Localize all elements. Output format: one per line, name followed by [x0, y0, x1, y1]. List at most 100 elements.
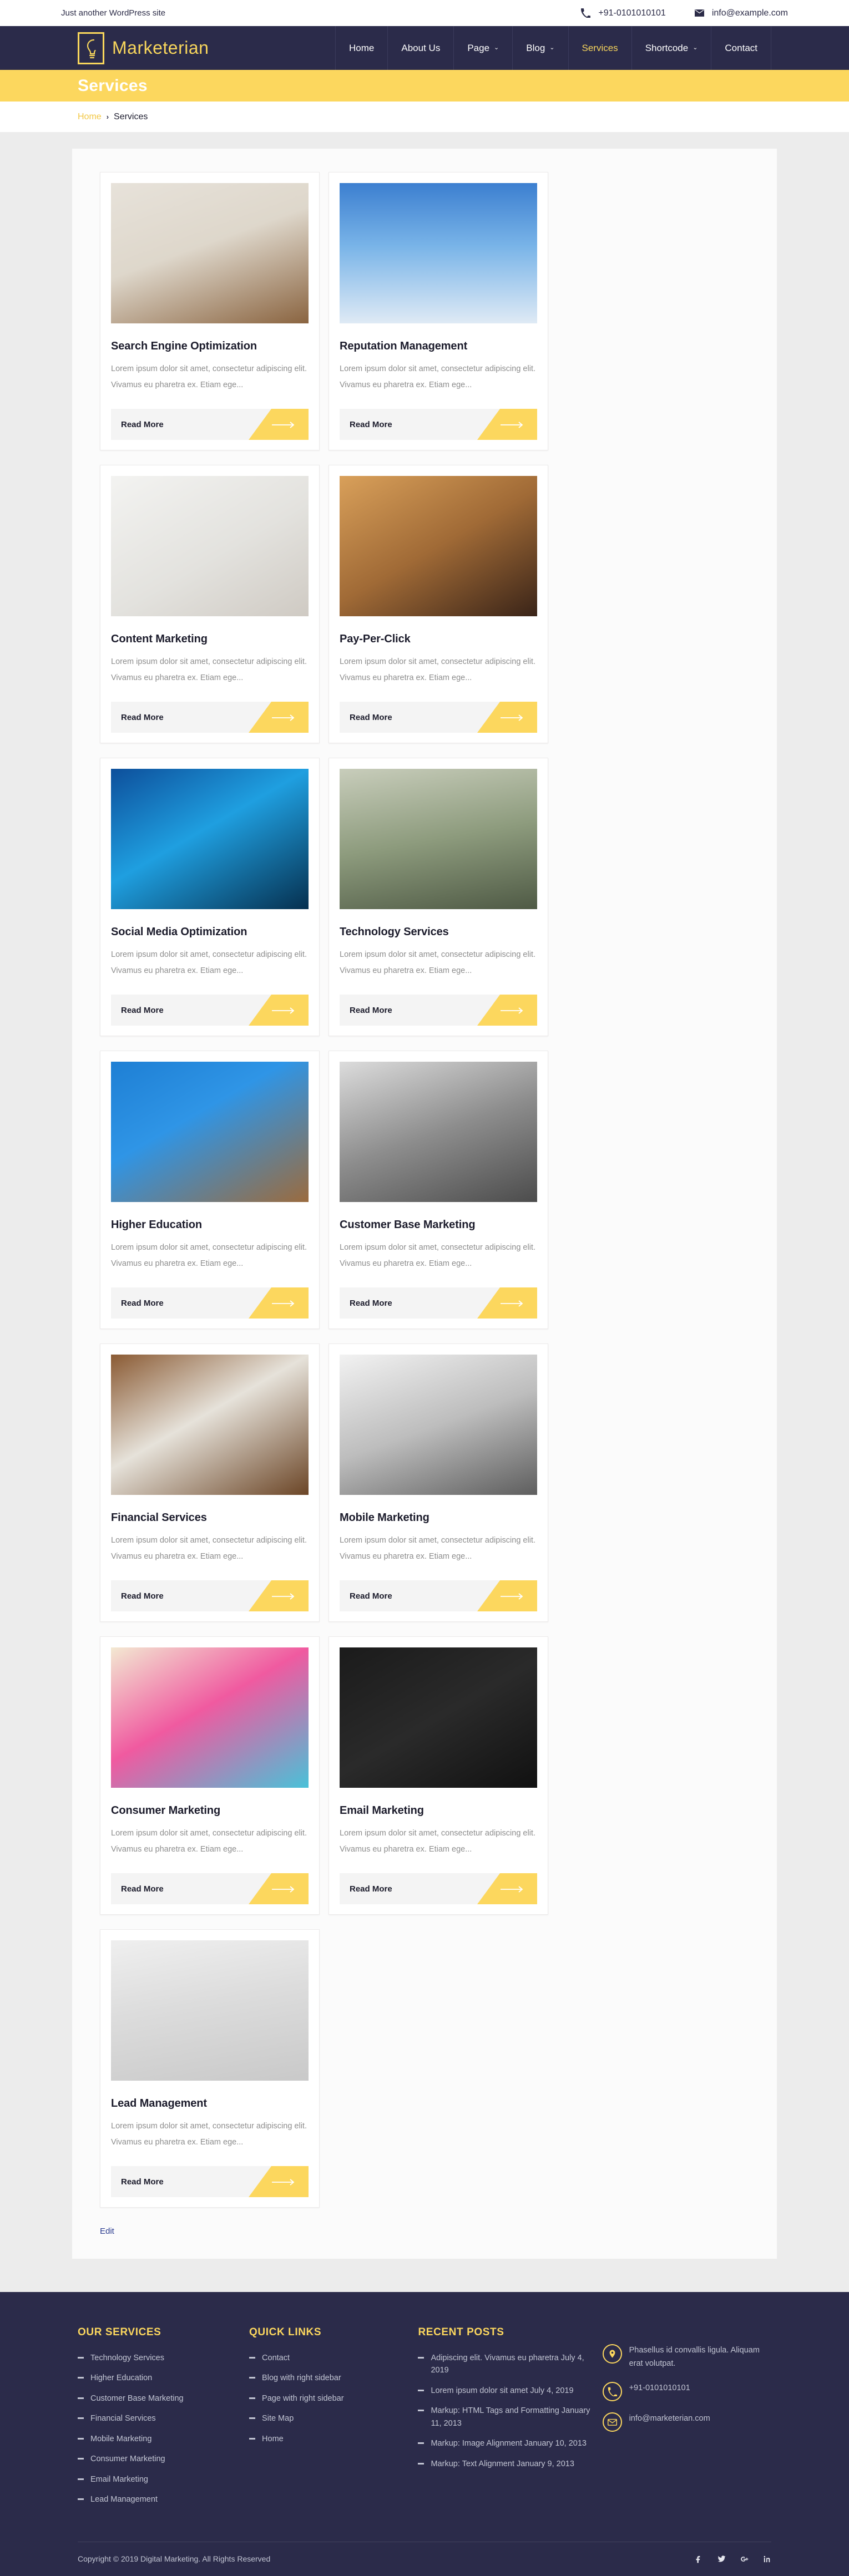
read-more-button[interactable]: Read More [111, 409, 309, 440]
service-card[interactable]: Content Marketing Lorem ipsum dolor sit a… [100, 465, 320, 743]
facebook-icon[interactable] [695, 2555, 703, 2563]
footer-recent-post-link[interactable]: Markup: Text Alignment January 9, 2013 [418, 2458, 602, 2470]
service-card[interactable]: Technology Services Lorem ipsum dolor sit… [329, 758, 548, 1036]
footer-service-link[interactable]: Customer Base Marketing [78, 2392, 249, 2405]
read-more-button[interactable]: Read More [340, 1873, 537, 1904]
footer-contact-text: Phasellus id convallis ligula. Aliquam e… [629, 2346, 760, 2368]
nav-item-shortcode[interactable]: Shortcode ⌄ [631, 26, 711, 70]
footer-recent-post-link[interactable]: Markup: Image Alignment January 10, 2013 [418, 2437, 602, 2450]
arrow-right-icon [501, 1300, 526, 1307]
service-card[interactable]: Mobile Marketing Lorem ipsum dolor sit am… [329, 1343, 548, 1622]
breadcrumb-home[interactable]: Home [78, 112, 102, 122]
dash-bullet-icon [249, 2377, 256, 2379]
service-thumbnail[interactable] [340, 476, 537, 616]
read-more-button[interactable]: Read More [111, 1580, 309, 1611]
dash-bullet-icon [78, 2377, 84, 2379]
service-thumbnail[interactable] [111, 769, 309, 909]
read-more-button[interactable]: Read More [111, 702, 309, 733]
nav-item-blog[interactable]: Blog ⌄ [512, 26, 568, 70]
keyboard-social-media-keys-image [340, 1647, 537, 1788]
site-tagline: Just another WordPress site [61, 8, 166, 18]
service-thumbnail[interactable] [111, 476, 309, 616]
service-thumbnail[interactable] [340, 1355, 537, 1495]
read-more-button[interactable]: Read More [111, 2166, 309, 2197]
footer-recent-post-link[interactable]: Lorem ipsum dolor sit amet July 4, 2019 [418, 2385, 602, 2397]
nav-item-contact[interactable]: Contact [711, 26, 771, 70]
nav-item-page[interactable]: Page ⌄ [453, 26, 512, 70]
service-card[interactable]: Reputation Management Lorem ipsum dolor s… [329, 172, 548, 450]
nav-item-about-us[interactable]: About Us [387, 26, 453, 70]
service-card[interactable]: Pay-Per-Click Lorem ipsum dolor sit amet,… [329, 465, 548, 743]
edit-link[interactable]: Edit [100, 2227, 114, 2236]
read-more-label: Read More [350, 1591, 392, 1601]
service-thumbnail[interactable] [340, 1062, 537, 1202]
marketing-strategy-signpost-sky-image [340, 183, 537, 323]
topbar-email[interactable]: info@example.com [694, 8, 788, 18]
service-card[interactable]: Email Marketing Lorem ipsum dolor sit ame… [329, 1636, 548, 1915]
footer-service-link[interactable]: Higher Education [78, 2372, 249, 2384]
footer-service-link[interactable]: Mobile Marketing [78, 2433, 249, 2445]
footer-quick-links-list: Contact Blog with right sidebar Page with … [249, 2352, 418, 2445]
envelope-icon [602, 2412, 622, 2432]
footer-service-link[interactable]: Technology Services [78, 2352, 249, 2364]
footer-quick-link[interactable]: Page with right sidebar [249, 2392, 418, 2405]
footer-quick-link[interactable]: Home [249, 2433, 418, 2445]
read-more-label: Read More [350, 712, 392, 722]
read-more-button[interactable]: Read More [111, 1287, 309, 1319]
footer-recent-post-link[interactable]: Markup: HTML Tags and Formatting January… [418, 2405, 602, 2430]
service-thumbnail[interactable] [340, 1647, 537, 1788]
footer-contact: Phasellus id convallis ligula. Aliquam e… [602, 2326, 771, 2514]
service-card[interactable]: Social Media Optimization Lorem ipsum dol… [100, 758, 320, 1036]
service-excerpt: Lorem ipsum dolor sit amet, consectetur … [111, 657, 307, 682]
footer-service-link[interactable]: Consumer Marketing [78, 2453, 249, 2465]
read-more-button[interactable]: Read More [340, 1580, 537, 1611]
service-card[interactable]: Higher Education Lorem ipsum dolor sit am… [100, 1051, 320, 1329]
footer-contact-row[interactable]: Phasellus id convallis ligula. Aliquam e… [602, 2344, 771, 2371]
read-more-button[interactable]: Read More [340, 1287, 537, 1319]
breadcrumb: Home › Services [0, 102, 849, 132]
arrow-right-icon [272, 1300, 297, 1307]
service-card[interactable]: Financial Services Lorem ipsum dolor sit … [100, 1343, 320, 1622]
service-excerpt: Lorem ipsum dolor sit amet, consectetur … [340, 1829, 535, 1854]
service-thumbnail[interactable] [111, 1940, 309, 2081]
footer-service-link[interactable]: Financial Services [78, 2412, 249, 2425]
footer-service-link[interactable]: Email Marketing [78, 2473, 249, 2486]
read-more-label: Read More [350, 1298, 392, 1308]
service-thumbnail[interactable] [340, 769, 537, 909]
service-thumbnail[interactable] [340, 183, 537, 323]
google-plus-icon[interactable] [740, 2555, 749, 2563]
read-more-button[interactable]: Read More [340, 995, 537, 1026]
footer-quick-link[interactable]: Contact [249, 2352, 418, 2364]
footer-recent-post-link[interactable]: Adipiscing elit. Vivamus eu pharetra Jul… [418, 2352, 602, 2377]
dash-bullet-icon [249, 2437, 256, 2440]
service-thumbnail[interactable] [111, 1062, 309, 1202]
linkedin-icon[interactable] [763, 2555, 771, 2563]
footer-contact-row[interactable]: +91-0101010101 [602, 2381, 771, 2401]
footer-contact-row[interactable]: info@marketerian.com [602, 2412, 771, 2432]
envelope-icon [694, 8, 704, 18]
read-more-button[interactable]: Read More [340, 409, 537, 440]
service-thumbnail[interactable] [111, 1647, 309, 1788]
service-card[interactable]: Consumer Marketing Lorem ipsum dolor sit … [100, 1636, 320, 1915]
nav-item-home[interactable]: Home [335, 26, 387, 70]
service-thumbnail[interactable] [111, 183, 309, 323]
footer-quick-link-label: Contact [262, 2354, 290, 2362]
nav-item-services[interactable]: Services [568, 26, 631, 70]
twitter-icon[interactable] [717, 2555, 726, 2563]
service-card[interactable]: Lead Management Lorem ipsum dolor sit ame… [100, 1929, 320, 2208]
page-banner: Services [0, 70, 849, 102]
footer-quick-link[interactable]: Blog with right sidebar [249, 2372, 418, 2384]
footer-service-link[interactable]: Lead Management [78, 2493, 249, 2506]
service-card[interactable]: Search Engine Optimization Lorem ipsum do… [100, 172, 320, 450]
footer-service-link-label: Mobile Marketing [90, 2434, 152, 2443]
site-logo[interactable]: Marketerian [78, 26, 209, 70]
read-more-button[interactable]: Read More [340, 702, 537, 733]
topbar-phone[interactable]: +91-0101010101 [581, 8, 666, 18]
read-more-button[interactable]: Read More [111, 995, 309, 1026]
read-more-button[interactable]: Read More [111, 1873, 309, 1904]
service-card[interactable]: Customer Base Marketing Lorem ipsum dolor… [329, 1051, 548, 1329]
service-thumbnail[interactable] [111, 1355, 309, 1495]
footer-quick-link[interactable]: Site Map [249, 2412, 418, 2425]
footer-our-services-list: Technology Services Higher Education Custo… [78, 2352, 249, 2506]
phone-icon [581, 8, 591, 18]
